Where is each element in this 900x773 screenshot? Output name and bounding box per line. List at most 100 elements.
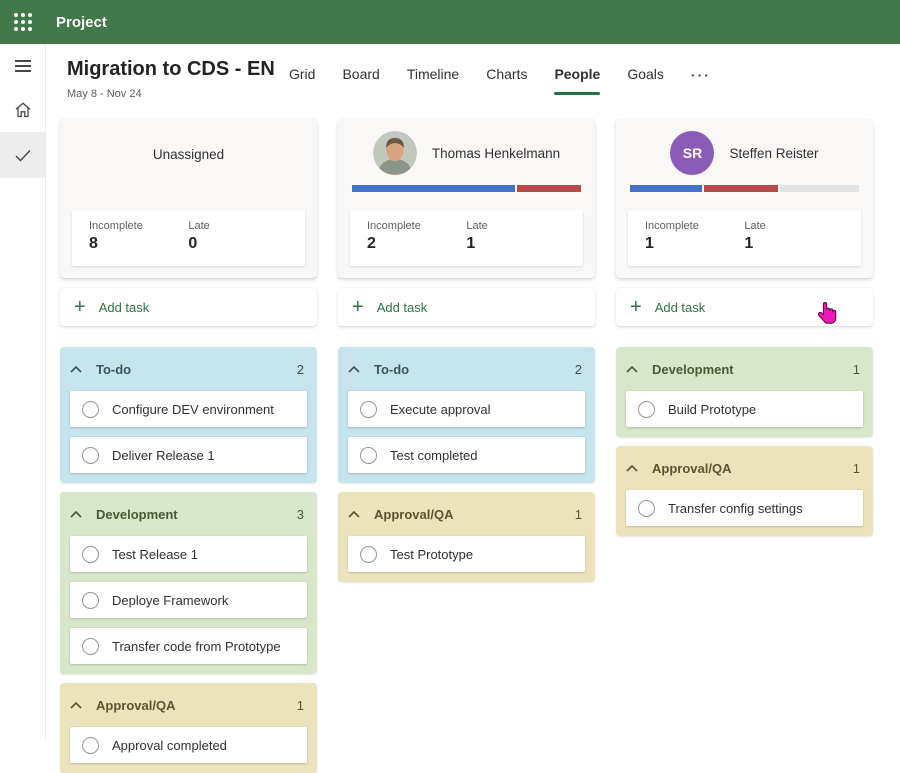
plus-icon: + (74, 298, 86, 316)
nav-menu-button[interactable] (0, 44, 45, 88)
person-stats-card: Incomplete 8 Late 0 (72, 210, 305, 266)
person-name: Steffen Reister (729, 146, 818, 161)
plus-icon: + (630, 298, 642, 316)
task-card[interactable]: Transfer code from Prototype (70, 628, 307, 664)
progress-segment-on-track (352, 185, 515, 192)
task-complete-circle[interactable] (638, 500, 655, 517)
task-card[interactable]: Execute approval (348, 391, 585, 427)
task-card[interactable]: Test Release 1 (70, 536, 307, 572)
task-card[interactable]: Approval completed (70, 727, 307, 763)
collapse-bucket-button[interactable] (348, 511, 374, 518)
person-column-unassigned: Unassigned Incomplete 8 Late 0 + Add tas… (60, 119, 317, 773)
person-name: Unassigned (60, 147, 317, 162)
task-title: Test Release 1 (112, 547, 198, 562)
task-card[interactable]: Deploye Framework (70, 582, 307, 618)
task-card[interactable]: Configure DEV environment (70, 391, 307, 427)
person-head: SR Steffen Reister (616, 131, 873, 175)
bucket-header: Development 3 (70, 502, 307, 526)
bucket-count: 1 (853, 461, 863, 476)
late-stat: Late 1 (744, 220, 843, 266)
task-card[interactable]: Test completed (348, 437, 585, 473)
progress-segment-remaining (780, 185, 859, 192)
bucket-count: 1 (575, 507, 585, 522)
add-task-button[interactable]: + Add task (616, 288, 873, 326)
bucket-name: To-do (374, 362, 409, 377)
incomplete-count: 8 (89, 235, 188, 253)
tab-charts[interactable]: Charts (486, 66, 527, 84)
task-complete-circle[interactable] (82, 638, 99, 655)
incomplete-stat: Incomplete 1 (645, 220, 744, 266)
tabs-more-button[interactable]: ··· (691, 67, 711, 83)
tab-timeline[interactable]: Timeline (407, 66, 459, 84)
bucket-count: 2 (297, 362, 307, 377)
bucket-header: To-do 2 (70, 357, 307, 381)
bucket-name: Approval/QA (374, 507, 453, 522)
add-task-button[interactable]: + Add task (60, 288, 317, 326)
task-complete-circle[interactable] (82, 447, 99, 464)
task-complete-circle[interactable] (360, 447, 377, 464)
task-title: Test Prototype (390, 547, 473, 562)
incomplete-stat: Incomplete 8 (89, 220, 188, 266)
task-title: Test completed (390, 448, 477, 463)
tab-grid[interactable]: Grid (289, 66, 315, 84)
chevron-up-icon (348, 366, 360, 373)
incomplete-stat: Incomplete 2 (367, 220, 466, 266)
checkmark-icon (15, 149, 31, 162)
task-complete-circle[interactable] (82, 401, 99, 418)
tab-board[interactable]: Board (342, 66, 379, 84)
bucket-count: 1 (297, 698, 307, 713)
task-complete-circle[interactable] (82, 546, 99, 563)
waffle-icon (14, 13, 32, 31)
progress-segment-on-track (630, 185, 702, 192)
task-card[interactable]: Deliver Release 1 (70, 437, 307, 473)
bucket-name: Development (652, 362, 734, 377)
task-complete-circle[interactable] (638, 401, 655, 418)
tab-goals[interactable]: Goals (627, 66, 664, 84)
project-date-range: May 8 - Nov 24 (67, 88, 142, 100)
late-count: 1 (466, 235, 565, 253)
view-tabs: Grid Board Timeline Charts People Goals … (289, 66, 711, 84)
add-task-button[interactable]: + Add task (338, 288, 595, 326)
incomplete-label: Incomplete (645, 220, 744, 232)
collapse-bucket-button[interactable] (626, 465, 652, 472)
app-title: Project (56, 14, 107, 31)
project-people-view: { "app_bar": { "app_title": "Project" },… (0, 0, 900, 742)
bucket-approval-qa: Approval/QA 1 Test Prototype (338, 492, 595, 582)
person-head: Thomas Henkelmann (338, 131, 595, 175)
task-complete-circle[interactable] (82, 592, 99, 609)
task-card[interactable]: Transfer config settings (626, 490, 863, 526)
bucket-approval-qa: Approval/QA 1 Transfer config settings (616, 446, 873, 536)
task-title: Execute approval (390, 402, 490, 417)
late-label: Late (744, 220, 843, 232)
bucket-header: Approval/QA 1 (626, 456, 863, 480)
task-complete-circle[interactable] (360, 401, 377, 418)
person-summary-card: SR Steffen Reister Incomplete 1 Late 1 (616, 119, 873, 278)
collapse-bucket-button[interactable] (348, 366, 374, 373)
task-complete-circle[interactable] (82, 737, 99, 754)
task-card[interactable]: Test Prototype (348, 536, 585, 572)
collapse-bucket-button[interactable] (626, 366, 652, 373)
home-icon (14, 101, 32, 119)
collapse-bucket-button[interactable] (70, 366, 96, 373)
app-launcher-button[interactable] (0, 0, 46, 44)
page-title: Migration to CDS - EN (67, 58, 275, 81)
bucket-header: To-do 2 (348, 357, 585, 381)
bucket-todo: To-do 2 Configure DEV environment Delive… (60, 347, 317, 483)
person-stats-card: Incomplete 2 Late 1 (350, 210, 583, 266)
collapse-bucket-button[interactable] (70, 511, 96, 518)
bucket-development: Development 1 Build Prototype (616, 347, 873, 437)
nav-home-button[interactable] (0, 88, 45, 132)
collapse-bucket-button[interactable] (70, 702, 96, 709)
task-complete-circle[interactable] (360, 546, 377, 563)
avatar-photo (373, 131, 417, 175)
bucket-list: To-do 2 Configure DEV environment Delive… (60, 347, 317, 773)
avatar-initials: SR (670, 131, 714, 175)
chevron-up-icon (626, 465, 638, 472)
add-task-label: Add task (655, 300, 706, 315)
progress-bar (630, 185, 859, 192)
task-card[interactable]: Build Prototype (626, 391, 863, 427)
tab-people[interactable]: People (554, 66, 600, 84)
nav-tasks-button[interactable] (0, 132, 45, 178)
top-app-bar: Project (0, 0, 900, 44)
chevron-up-icon (70, 366, 82, 373)
